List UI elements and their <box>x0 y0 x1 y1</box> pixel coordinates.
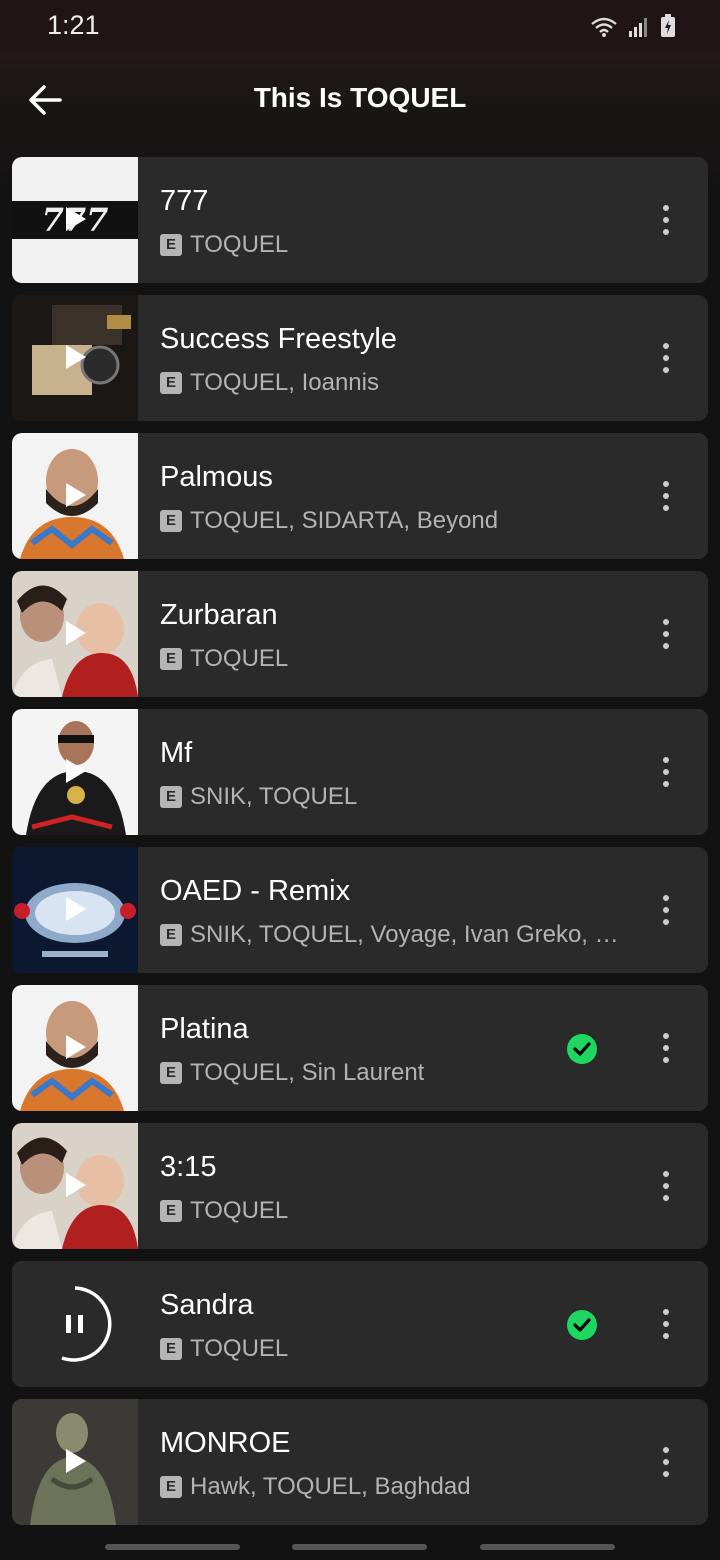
play-icon[interactable] <box>64 343 88 371</box>
track-row[interactable]: Mf E SNIK, TOQUEL <box>12 709 708 835</box>
track-row[interactable]: Platina E TOQUEL, Sin Laurent <box>12 985 708 1111</box>
track-artists: TOQUEL <box>190 231 289 258</box>
album-art <box>12 433 138 559</box>
battery-icon <box>661 14 675 37</box>
nav-pill[interactable] <box>292 1544 427 1550</box>
track-subtitle: E SNIK, TOQUEL, Voyage, Ivan Greko, … <box>160 921 619 949</box>
album-art <box>12 985 138 1111</box>
album-art: 777 <box>12 157 138 283</box>
album-art <box>12 295 138 421</box>
track-artists: TOQUEL <box>190 1335 289 1362</box>
track-subtitle: E TOQUEL <box>160 231 288 259</box>
track-subtitle: E TOQUEL <box>160 1335 288 1363</box>
track-row-now-playing[interactable]: Sandra E TOQUEL <box>12 1261 708 1387</box>
album-art <box>12 571 138 697</box>
play-icon[interactable] <box>64 481 88 509</box>
page-title: This Is TOQUEL <box>253 82 467 113</box>
track-subtitle: E Hawk, TOQUEL, Baghdad <box>160 1473 471 1501</box>
more-vertical-icon[interactable] <box>652 1169 680 1203</box>
track-subtitle: E TOQUEL, SIDARTA, Beyond <box>160 507 498 535</box>
album-art <box>12 847 138 973</box>
more-vertical-icon[interactable] <box>652 479 680 513</box>
track-title: MONROE <box>160 1427 291 1459</box>
track-subtitle: E TOQUEL, Sin Laurent <box>160 1059 424 1087</box>
explicit-badge: E <box>160 510 182 532</box>
more-vertical-icon[interactable] <box>652 203 680 237</box>
track-list: 777 777 E TOQUEL Success Freestyle E TOQ… <box>12 157 708 1537</box>
downloaded-check-icon <box>567 1310 597 1340</box>
more-vertical-icon[interactable] <box>652 617 680 651</box>
track-artists: TOQUEL, SIDARTA, Beyond <box>190 507 499 534</box>
play-icon[interactable] <box>64 1447 88 1475</box>
track-subtitle: E TOQUEL <box>160 645 288 673</box>
status-time: 1:21 <box>47 10 100 40</box>
track-subtitle: E TOQUEL, Ioannis <box>160 369 379 397</box>
explicit-badge: E <box>160 1200 182 1222</box>
now-playing-indicator <box>12 1261 138 1387</box>
explicit-badge: E <box>160 1062 182 1084</box>
album-art <box>12 1399 138 1525</box>
track-artists: SNIK, TOQUEL <box>190 783 358 810</box>
play-icon[interactable] <box>64 619 88 647</box>
explicit-badge: E <box>160 924 182 946</box>
pause-icon[interactable] <box>12 1261 138 1387</box>
more-vertical-icon[interactable] <box>652 341 680 375</box>
nav-pill[interactable] <box>480 1544 615 1550</box>
track-row[interactable]: Zurbaran E TOQUEL <box>12 571 708 697</box>
play-icon[interactable] <box>64 757 88 785</box>
track-subtitle: E SNIK, TOQUEL <box>160 783 357 811</box>
explicit-badge: E <box>160 648 182 670</box>
track-title: Sandra <box>160 1289 254 1321</box>
track-row[interactable]: MONROE E Hawk, TOQUEL, Baghdad <box>12 1399 708 1525</box>
status-bar: 1:21 <box>0 0 720 52</box>
explicit-badge: E <box>160 1476 182 1498</box>
play-icon[interactable] <box>64 205 88 233</box>
track-title: Zurbaran <box>160 599 278 631</box>
track-row[interactable]: 3:15 E TOQUEL <box>12 1123 708 1249</box>
explicit-badge: E <box>160 786 182 808</box>
system-nav-bar <box>0 1532 720 1560</box>
track-row[interactable]: Palmous E TOQUEL, SIDARTA, Beyond <box>12 433 708 559</box>
track-artists: SNIK, TOQUEL, Voyage, Ivan Greko, … <box>190 921 619 948</box>
play-icon[interactable] <box>64 1033 88 1061</box>
track-title: 3:15 <box>160 1151 217 1183</box>
track-artists: TOQUEL <box>190 645 289 672</box>
header: This Is TOQUEL <box>0 52 720 152</box>
more-vertical-icon[interactable] <box>652 893 680 927</box>
explicit-badge: E <box>160 372 182 394</box>
track-subtitle: E TOQUEL <box>160 1197 288 1225</box>
track-title: Palmous <box>160 461 273 493</box>
track-artists: TOQUEL <box>190 1197 289 1224</box>
track-title: Mf <box>160 737 193 769</box>
nav-pill[interactable] <box>105 1544 240 1550</box>
track-artists: TOQUEL, Ioannis <box>190 369 379 396</box>
explicit-badge: E <box>160 234 182 256</box>
track-title: OAED - Remix <box>160 875 351 907</box>
track-title: Platina <box>160 1013 249 1045</box>
more-vertical-icon[interactable] <box>652 755 680 789</box>
track-row[interactable]: 777 777 E TOQUEL <box>12 157 708 283</box>
track-artists: Hawk, TOQUEL, Baghdad <box>190 1473 471 1500</box>
more-vertical-icon[interactable] <box>652 1307 680 1341</box>
track-artists: TOQUEL, Sin Laurent <box>190 1059 425 1086</box>
downloaded-check-icon <box>567 1034 597 1064</box>
play-icon[interactable] <box>64 895 88 923</box>
status-icons <box>590 14 676 38</box>
play-icon[interactable] <box>64 1171 88 1199</box>
signal-icon <box>629 18 647 37</box>
track-title: Success Freestyle <box>160 323 397 355</box>
wifi-icon <box>591 17 617 37</box>
track-row[interactable]: Success Freestyle E TOQUEL, Ioannis <box>12 295 708 421</box>
track-row[interactable]: OAED - Remix E SNIK, TOQUEL, Voyage, Iva… <box>12 847 708 973</box>
album-art <box>12 709 138 835</box>
more-vertical-icon[interactable] <box>652 1445 680 1479</box>
explicit-badge: E <box>160 1338 182 1360</box>
more-vertical-icon[interactable] <box>652 1031 680 1065</box>
track-title: 777 <box>160 185 209 217</box>
album-art <box>12 1123 138 1249</box>
